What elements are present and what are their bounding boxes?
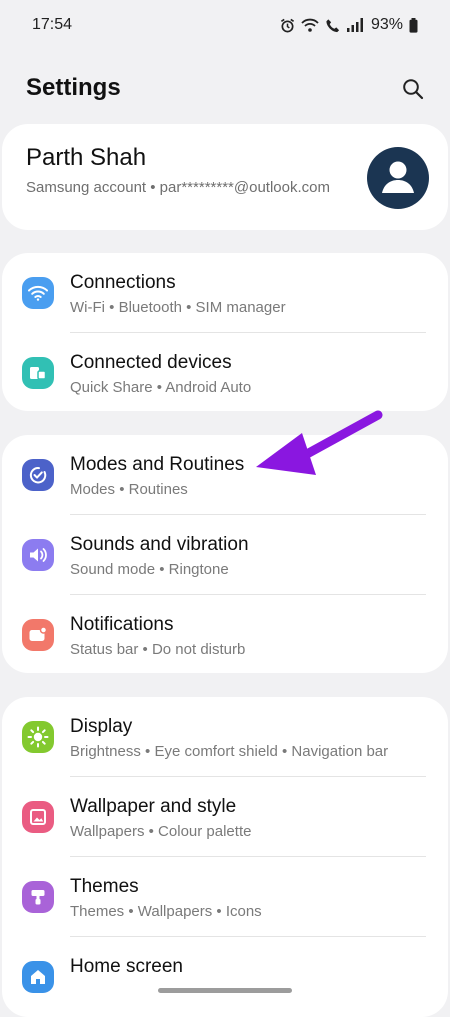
- settings-item-subtitle: Modes • Routines: [70, 481, 188, 498]
- page-title: Settings: [26, 74, 121, 101]
- settings-item-title: Connections: [70, 272, 176, 293]
- settings-item-subtitle: Status bar • Do not disturb: [70, 641, 246, 658]
- settings-item-subtitle: Wallpapers • Colour palette: [70, 823, 252, 840]
- navigation-gesture-bar[interactable]: [158, 988, 292, 993]
- home-icon: [22, 961, 54, 993]
- settings-item-title: Display: [70, 716, 133, 737]
- profile-name: Parth Shah: [26, 144, 147, 171]
- settings-item-subtitle: Themes • Wallpapers • Icons: [70, 903, 262, 920]
- settings-item-themes[interactable]: Themes Themes • Wallpapers • Icons: [2, 857, 448, 937]
- settings-item-connected-devices[interactable]: Connected devices Quick Share • Android …: [2, 333, 448, 413]
- settings-item-title: Notifications: [70, 614, 174, 635]
- settings-item-sounds-and-vibration[interactable]: Sounds and vibration Sound mode • Ringto…: [2, 515, 448, 595]
- settings-item-title: Connected devices: [70, 352, 232, 373]
- annotation-arrow-icon: [256, 410, 383, 475]
- settings-item-subtitle: Wi-Fi • Bluetooth • SIM manager: [70, 299, 286, 316]
- wifi-icon: [22, 277, 54, 309]
- settings-item-title: Themes: [70, 876, 139, 897]
- avatar[interactable]: [367, 147, 429, 209]
- status-time: 17:54: [32, 16, 73, 33]
- samsung-account-card[interactable]: Parth Shah Samsung account • par********…: [2, 124, 448, 230]
- wifi-calling-icon: [301, 18, 319, 33]
- settings-item-title: Sounds and vibration: [70, 534, 249, 555]
- sun-icon: [22, 721, 54, 753]
- settings-item-subtitle: Sound mode • Ringtone: [70, 561, 229, 578]
- themes-icon: [22, 881, 54, 913]
- settings-item-subtitle: Quick Share • Android Auto: [70, 379, 252, 396]
- alarm-icon: [280, 18, 295, 33]
- profile-account-email: Samsung account • par*********@outlook.c…: [26, 179, 330, 196]
- settings-item-wallpaper-and-style[interactable]: Wallpaper and style Wallpapers • Colour …: [2, 777, 448, 857]
- settings-item-subtitle: Brightness • Eye comfort shield • Naviga…: [70, 743, 389, 760]
- settings-group-display: Display Brightness • Eye comfort shield …: [2, 697, 448, 1017]
- connected-devices-icon: [22, 357, 54, 389]
- header: Settings: [0, 70, 450, 114]
- settings-item-notifications[interactable]: Notifications Status bar • Do not distur…: [2, 595, 448, 675]
- status-icons: 93%: [280, 16, 418, 34]
- notification-icon: [22, 619, 54, 651]
- speaker-icon: [22, 539, 54, 571]
- settings-item-display[interactable]: Display Brightness • Eye comfort shield …: [2, 697, 448, 777]
- settings-item-title: Home screen: [70, 956, 183, 977]
- settings-item-connections[interactable]: Connections Wi-Fi • Bluetooth • SIM mana…: [2, 253, 448, 333]
- search-button[interactable]: [398, 76, 428, 106]
- volte-call-icon: [325, 18, 341, 33]
- wallpaper-icon: [22, 801, 54, 833]
- status-bar: 17:54 93%: [0, 0, 450, 50]
- avatar-person-icon: [382, 161, 414, 193]
- battery-percentage: 93%: [370, 16, 403, 33]
- battery-icon: [409, 17, 418, 33]
- settings-item-title: Wallpaper and style: [70, 796, 237, 817]
- settings-item-title: Modes and Routines: [70, 454, 245, 475]
- modes-routines-icon: [22, 459, 54, 491]
- signal-icon: [346, 18, 363, 32]
- settings-group-connections: Connections Wi-Fi • Bluetooth • SIM mana…: [2, 253, 448, 411]
- settings-item-home-screen[interactable]: Home screen: [2, 937, 448, 1017]
- search-icon: [402, 78, 424, 105]
